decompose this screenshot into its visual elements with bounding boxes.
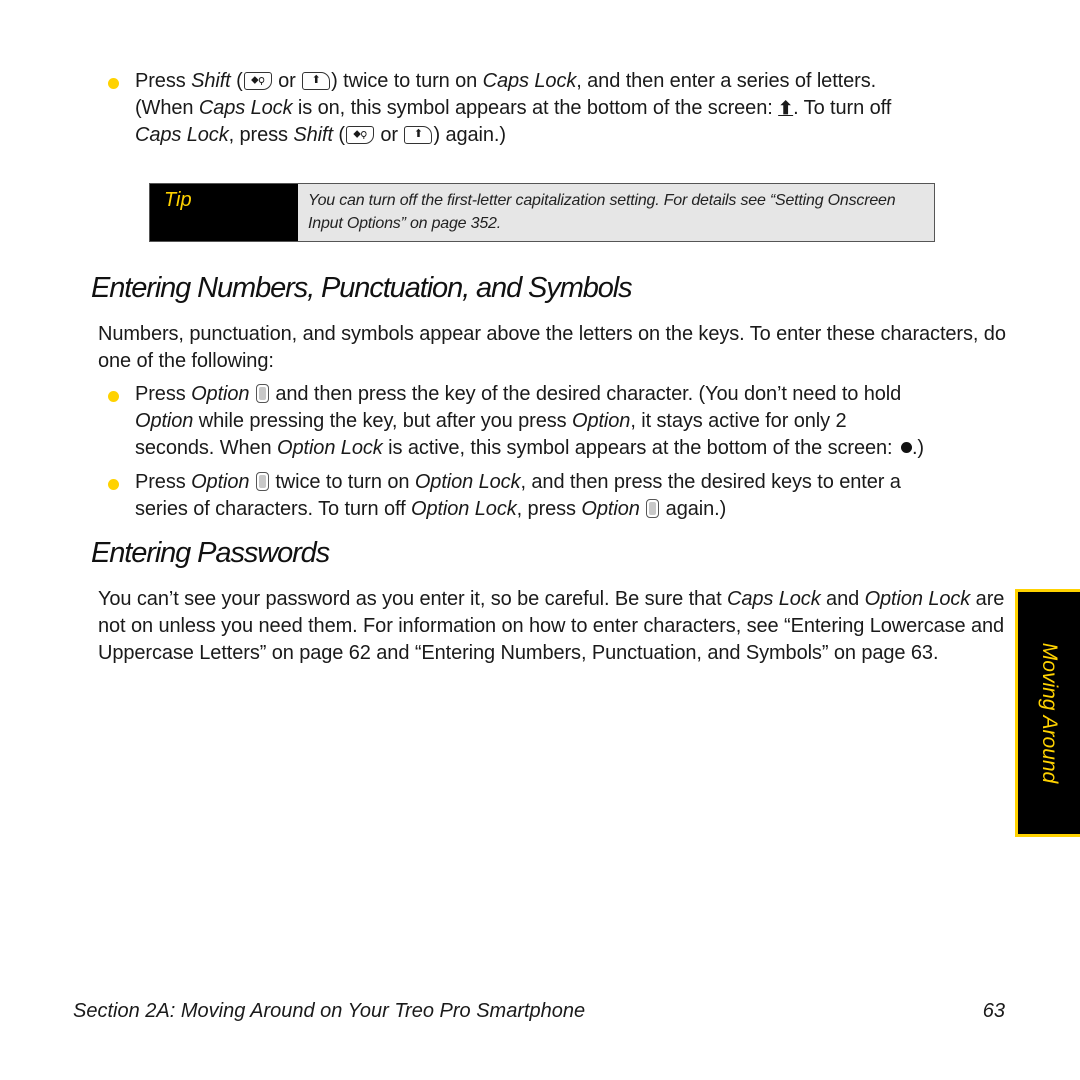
option-key-icon (255, 384, 269, 403)
bullet-option-lock: Press Option twice to turn on Option Loc… (0, 469, 1000, 523)
footer-section-title: Section 2A: Moving Around on Your Treo P… (73, 1000, 586, 1022)
text: is active, this symbol appears at the bo… (382, 437, 898, 459)
text: and (820, 588, 865, 610)
passwords-paragraph: You can’t see your password as you enter… (98, 586, 1010, 667)
term-option-lock: Option Lock (414, 471, 521, 493)
heading-numbers-punctuation-symbols: Entering Numbers, Punctuation, and Symbo… (91, 272, 633, 304)
numbers-intro-paragraph: Numbers, punctuation, and symbols appear… (98, 323, 1006, 372)
text: is on, this symbol appears at the bottom… (292, 97, 779, 119)
term-option: Option (135, 410, 194, 432)
shift-key-b-glyph: ⬆ (413, 128, 423, 140)
term-option: Option (571, 410, 631, 432)
text: again.) (660, 498, 727, 520)
text: , press (228, 124, 294, 146)
text: or (272, 70, 302, 92)
text: twice to turn on (269, 471, 415, 493)
shift-key-a-glyph: ⬥⚲ (250, 74, 265, 86)
text: , press (516, 498, 582, 520)
text: Press (135, 383, 192, 405)
bullet-option: Press Option and then press the key of t… (0, 381, 1000, 462)
term-caps-lock: Caps Lock (727, 588, 821, 610)
term-option: Option (191, 383, 250, 405)
term-option-lock: Option Lock (277, 437, 383, 459)
term-option: Option (581, 498, 640, 520)
option-key-icon (255, 472, 269, 491)
shift-key-a-icon: ⬥⚲ (243, 72, 272, 90)
text: ( (332, 124, 345, 146)
text: .) (911, 437, 924, 459)
term-caps-lock: Caps Lock (198, 97, 293, 119)
caps-lock-symbol-icon: ⬆ (778, 98, 794, 118)
bullet-dot-icon (108, 391, 119, 402)
bullet-caps-lock: Press Shift ( ⬥⚲ or ⬆ ) twice to turn on C… (0, 68, 1000, 149)
text: You can’t see your password as you enter… (98, 588, 727, 610)
option-lock-symbol-icon (900, 442, 912, 453)
caps-lock-bullet-list: Press Shift ( ⬥⚲ or ⬆ ) twice to turn on C… (0, 68, 1000, 149)
tip-text: You can turn off the first-letter capita… (298, 184, 934, 241)
term-shift: Shift (191, 70, 231, 92)
bullet-dot-icon (108, 479, 119, 490)
shift-key-a-icon: ⬥⚲ (345, 126, 374, 144)
tip-label: Tip (150, 184, 298, 241)
text: while pressing the key, but after you pr… (193, 410, 572, 432)
shift-key-b-glyph: ⬆ (311, 74, 321, 86)
option-bullet-list: Press Option and then press the key of t… (0, 381, 1000, 523)
shift-key-b-icon: ⬆ (302, 72, 331, 90)
term-caps-lock: Caps Lock (482, 70, 577, 92)
text: or (374, 124, 404, 146)
text: Press (135, 471, 192, 493)
bullet-dot-icon (108, 78, 119, 89)
text: and then press the key of the desired ch… (269, 383, 902, 405)
text: Press (135, 70, 192, 92)
chapter-side-tab-label: Moving Around (1038, 642, 1061, 784)
footer-page-number: 63 (982, 1000, 1005, 1022)
term-shift: Shift (293, 124, 333, 146)
shift-key-a-glyph: ⬥⚲ (353, 128, 367, 140)
heading-entering-passwords: Entering Passwords (91, 537, 330, 569)
term-option-lock: Option Lock (864, 588, 971, 610)
chapter-side-tab: Moving Around (1015, 589, 1080, 837)
text: ( (230, 70, 243, 92)
term-caps-lock: Caps Lock (135, 124, 229, 146)
option-key-icon (646, 499, 660, 518)
shift-key-b-icon: ⬆ (404, 126, 433, 144)
text: ) twice to turn on (331, 70, 483, 92)
text: ) again.) (433, 124, 506, 146)
text: . To turn off (793, 97, 892, 119)
tip-box: Tip You can turn off the first-letter ca… (149, 183, 935, 242)
term-option-lock: Option Lock (411, 498, 517, 520)
term-option: Option (191, 471, 250, 493)
